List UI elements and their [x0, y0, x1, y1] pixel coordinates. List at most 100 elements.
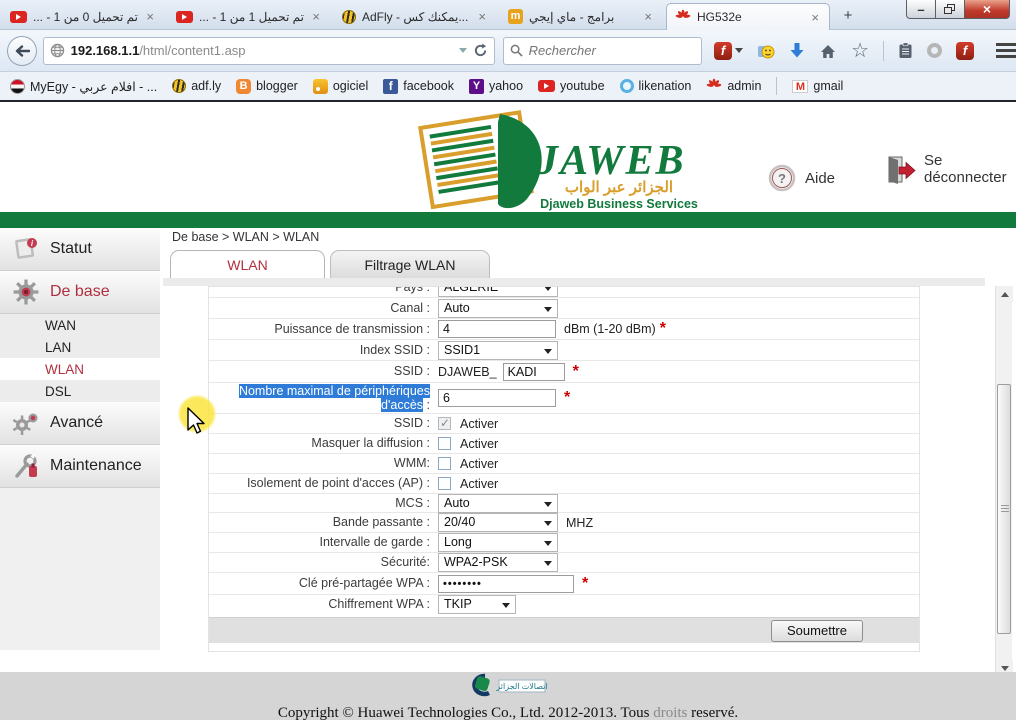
sidebar-item-maintenance[interactable]: Maintenance — [0, 445, 160, 488]
flashgot-icon[interactable]: f — [956, 41, 974, 60]
search-icon — [510, 44, 523, 57]
bookmark-gmail[interactable]: Mgmail — [792, 79, 843, 93]
sidebar-item-label: WAN — [45, 317, 76, 333]
sidebar-item-dsl[interactable]: DSL — [0, 380, 160, 402]
close-icon[interactable]: × — [642, 10, 654, 23]
scrollbar-thumb[interactable] — [997, 384, 1011, 634]
logout-link[interactable]: Se déconnecter — [882, 152, 1016, 186]
bookmark-label: facebook — [403, 79, 454, 93]
bookmark-youtube[interactable]: youtube — [538, 79, 605, 93]
url-dropdown-icon[interactable] — [458, 48, 467, 53]
wmm-checkbox[interactable] — [438, 457, 451, 470]
bookmark-label: youtube — [560, 79, 605, 93]
download-icon[interactable] — [789, 42, 805, 59]
ghostery-icon[interactable] — [927, 43, 942, 58]
bandwidth-select[interactable]: 20/40 — [438, 513, 558, 532]
index-ssid-select-value: SSID1 — [444, 342, 481, 357]
sidebar-item-de-base[interactable]: De base — [0, 271, 160, 314]
canal-select[interactable]: Auto — [438, 298, 558, 318]
gmail-icon: M — [792, 79, 809, 93]
bookmark-ogiciel[interactable]: ogiciel — [312, 78, 368, 94]
navigation-toolbar: 192.168.1.1/html/content1.asp f — [0, 30, 1016, 72]
flash-addon-button[interactable]: f — [714, 41, 744, 60]
mcs-select[interactable]: Auto — [438, 493, 558, 513]
pays-select[interactable]: ALGERIE — [438, 287, 558, 297]
reload-icon[interactable] — [473, 43, 488, 58]
huawei-icon — [706, 78, 722, 94]
field-label: Isolement de point d'acces (AP) : — [246, 476, 430, 491]
sidebar-item-label: WLAN — [45, 361, 85, 377]
submit-row: Soumettre — [209, 617, 919, 643]
bookmark-adfly[interactable]: adf.ly — [172, 79, 221, 93]
bookmark-admin[interactable]: admin — [706, 78, 761, 94]
hide-broadcast-checkbox[interactable] — [438, 437, 451, 450]
sidebar-item-lan[interactable]: LAN — [0, 336, 160, 358]
bookmark-facebook[interactable]: f facebook — [383, 78, 454, 94]
svg-text:الجزائر عبر الواب: الجزائر عبر الواب — [565, 179, 673, 196]
url-bar[interactable]: 192.168.1.1/html/content1.asp — [42, 36, 495, 65]
sidebar-item-avance[interactable]: Avancé — [0, 402, 160, 445]
ssid-input[interactable] — [502, 362, 565, 381]
tab-youtube-1[interactable]: تم تحميل 0 من 1 - ... × — [2, 3, 164, 30]
tab-myegy[interactable]: m برامج - ماي إيجي × — [500, 3, 662, 30]
copyright-suffix: reservé. — [687, 705, 739, 721]
checkbox-label: Activer — [460, 456, 499, 471]
tab-youtube-2[interactable]: تم تحميل 1 من 1 - ... × — [168, 3, 330, 30]
ap-isolation-checkbox[interactable] — [438, 477, 451, 490]
index-ssid-select[interactable]: SSID1 — [438, 340, 558, 360]
restore-button[interactable] — [936, 0, 964, 19]
triangle-up-icon — [1000, 291, 1009, 297]
frame-scrollbar[interactable] — [995, 286, 1013, 676]
new-tab-button[interactable]: + — [836, 6, 860, 26]
bookmark-star-icon[interactable]: ☆ — [851, 41, 869, 61]
bookmark-label: likenation — [638, 79, 692, 93]
tab-filtrage-wlan[interactable]: Filtrage WLAN — [330, 250, 490, 279]
chevron-down-icon — [544, 287, 552, 291]
close-icon[interactable]: × — [310, 10, 322, 23]
form-row: Pays : ALGERIE — [209, 287, 919, 297]
tab-adfly[interactable]: AdFly - يمكنك كس... × — [334, 3, 496, 30]
close-icon[interactable]: × — [809, 11, 821, 24]
guard-interval-select[interactable]: Long — [438, 533, 558, 552]
help-label: Aide — [805, 169, 836, 187]
scroll-up-button[interactable] — [996, 286, 1013, 302]
likenation-icon — [619, 79, 634, 93]
form-row: Nombre maximal de périphériques d'accès … — [209, 382, 919, 413]
tab-hg532e-active[interactable]: HG532e × — [666, 3, 830, 30]
tab-wlan[interactable]: WLAN — [170, 250, 325, 279]
help-link[interactable]: ? Aide — [768, 164, 835, 192]
gears-icon — [12, 413, 38, 435]
bookmark-likenation[interactable]: likenation — [619, 79, 692, 93]
sidebar-item-wan[interactable]: WAN — [0, 314, 160, 336]
close-icon[interactable]: × — [476, 10, 488, 23]
wpa-encryption-select[interactable]: TKIP — [438, 594, 516, 614]
wpa-key-input[interactable] — [438, 574, 574, 593]
sidebar-item-wlan[interactable]: WLAN — [0, 358, 160, 380]
flash-icon: f — [714, 41, 733, 60]
bookmark-yahoo[interactable]: Yyahoo — [468, 78, 523, 94]
menu-hamburger-icon[interactable] — [996, 43, 1016, 58]
wpa-encryption-select-value: TKIP — [444, 596, 472, 611]
security-select[interactable]: WPA2-PSK — [438, 553, 558, 572]
submit-button[interactable]: Soumettre — [771, 619, 863, 642]
globe-icon — [50, 43, 64, 58]
smiley-addon-icon[interactable] — [757, 42, 775, 60]
field-label: SSID : — [393, 416, 430, 431]
puissance-input[interactable] — [438, 320, 556, 338]
bookmark-blogger[interactable]: Bblogger — [236, 78, 298, 94]
clipboard-icon[interactable] — [898, 42, 913, 59]
search-box[interactable] — [502, 36, 703, 65]
max-devices-input[interactable] — [438, 389, 556, 407]
sidebar-item-statut[interactable]: i Statut — [0, 228, 160, 271]
close-window-button[interactable]: × — [964, 0, 1010, 19]
back-button[interactable] — [7, 35, 37, 66]
home-icon[interactable] — [819, 43, 837, 59]
field-label: Sécurité: — [380, 555, 430, 570]
canal-select-value: Auto — [444, 300, 470, 315]
minimize-button[interactable]: – — [906, 0, 936, 19]
close-icon[interactable]: × — [144, 10, 156, 23]
bookmark-myegy[interactable]: MyEgy - افلام عربي - ... — [10, 78, 157, 94]
label-colon: : — [423, 398, 430, 412]
search-input[interactable] — [528, 43, 679, 58]
required-marker: * — [659, 320, 666, 337]
